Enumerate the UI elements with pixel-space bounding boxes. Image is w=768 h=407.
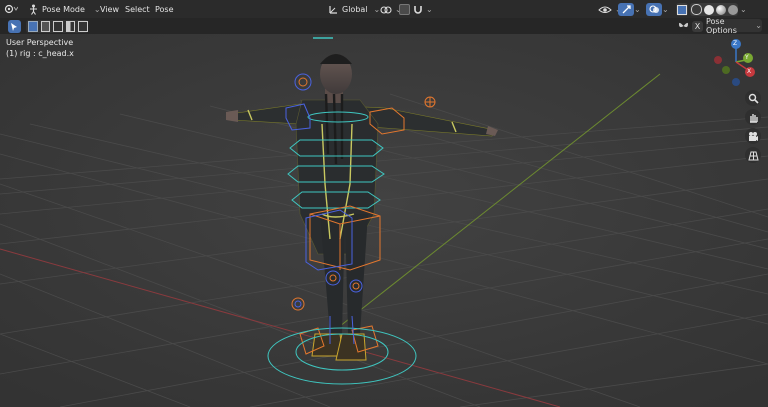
menu-select-label: Select bbox=[125, 4, 150, 14]
butterfly-icon bbox=[679, 22, 688, 28]
mirror-x-toggle[interactable]: X bbox=[678, 19, 703, 33]
gizmo-z-label: Z bbox=[733, 40, 738, 47]
camera-view-button[interactable] bbox=[745, 128, 761, 144]
shading-dropdown[interactable]: ⌄ bbox=[740, 2, 747, 16]
chevron-down-icon: ⌄ bbox=[755, 21, 762, 30]
chevron-down-icon: ⌄ bbox=[426, 4, 433, 14]
menu-view-label: View bbox=[100, 4, 119, 14]
shading-rendered-icon[interactable] bbox=[727, 4, 738, 15]
select-subtract-icon[interactable] bbox=[53, 21, 63, 32]
select-tool-button[interactable] bbox=[8, 20, 21, 33]
gizmo-y-label: Y bbox=[745, 54, 749, 61]
chevron-down-icon: ⌄ bbox=[634, 4, 641, 14]
select-new-icon[interactable] bbox=[28, 21, 38, 32]
gizmo-icon bbox=[622, 5, 631, 14]
pose-options-dropdown[interactable]: Pose Options ⌄ bbox=[706, 16, 762, 35]
select-invert-icon[interactable] bbox=[65, 21, 76, 32]
select-intersect-icon[interactable] bbox=[78, 21, 88, 32]
chevron-down-icon: ⌄ bbox=[740, 4, 747, 14]
snap-toggle[interactable]: ⌄ bbox=[399, 2, 433, 16]
overlay-dropdown[interactable]: ⌄ bbox=[662, 2, 669, 16]
pose-options-label: Pose Options bbox=[706, 16, 737, 35]
shading-wireframe-icon[interactable] bbox=[690, 4, 702, 15]
xray-icon bbox=[677, 4, 687, 15]
shading-material-icon[interactable] bbox=[715, 4, 726, 15]
camera-icon bbox=[749, 131, 758, 141]
snap-icon bbox=[399, 3, 410, 15]
orientation-label: Global bbox=[342, 4, 368, 14]
cursor-icon bbox=[11, 22, 17, 31]
magnet-icon bbox=[414, 5, 422, 14]
grid-icon bbox=[747, 151, 759, 160]
orientation-dropdown[interactable]: Global ⌄ bbox=[328, 2, 380, 16]
menu-select[interactable]: Select bbox=[125, 2, 150, 16]
menu-view[interactable]: View bbox=[100, 2, 119, 16]
viewport-header: Pose Mode ⌄ View Select Pose Global ⌄ ⌄ … bbox=[0, 0, 768, 19]
shading-solid-icon[interactable] bbox=[703, 4, 714, 15]
pan-button[interactable] bbox=[745, 109, 761, 125]
gizmo-x-label: X bbox=[747, 68, 752, 75]
pivot-icon bbox=[380, 5, 392, 14]
visibility-icon bbox=[598, 6, 612, 13]
orientation-icon bbox=[329, 5, 337, 14]
pose-mode-icon bbox=[30, 4, 37, 15]
active-bone-label: (1) rig : c_head.x bbox=[6, 49, 74, 58]
xray-toggle[interactable] bbox=[676, 3, 688, 16]
selection-mode-buttons[interactable] bbox=[26, 20, 88, 33]
gizmo-dropdown[interactable]: ⌄ bbox=[634, 2, 641, 16]
ortho-toggle-button[interactable] bbox=[745, 147, 761, 163]
perspective-label: User Perspective bbox=[6, 38, 74, 47]
overlay-icon bbox=[648, 5, 659, 13]
editor-type-button[interactable] bbox=[4, 2, 18, 16]
3d-viewport[interactable]: User Perspective (1) rig : c_head.x Z Y … bbox=[0, 34, 768, 407]
viewport-scene bbox=[0, 34, 768, 407]
zoom-icon bbox=[748, 93, 759, 104]
mode-label: Pose Mode bbox=[42, 4, 85, 14]
mode-dropdown[interactable]: Pose Mode ⌄ bbox=[28, 2, 101, 16]
editor-type-icon bbox=[4, 4, 18, 14]
shading-buttons[interactable] bbox=[690, 3, 738, 16]
menu-pose-label: Pose bbox=[155, 4, 174, 14]
overlay-toggle[interactable] bbox=[646, 3, 662, 16]
pan-icon bbox=[749, 113, 758, 123]
gizmo-toggle[interactable] bbox=[618, 3, 634, 16]
x-mirror-button[interactable]: X bbox=[692, 20, 703, 32]
chevron-down-icon: ⌄ bbox=[662, 4, 669, 14]
tool-header: X Pose Options ⌄ bbox=[0, 16, 768, 35]
menu-pose[interactable]: Pose bbox=[155, 2, 174, 16]
select-extend-icon[interactable] bbox=[40, 21, 51, 32]
viewport-background bbox=[0, 34, 768, 407]
zoom-button[interactable] bbox=[745, 90, 761, 106]
